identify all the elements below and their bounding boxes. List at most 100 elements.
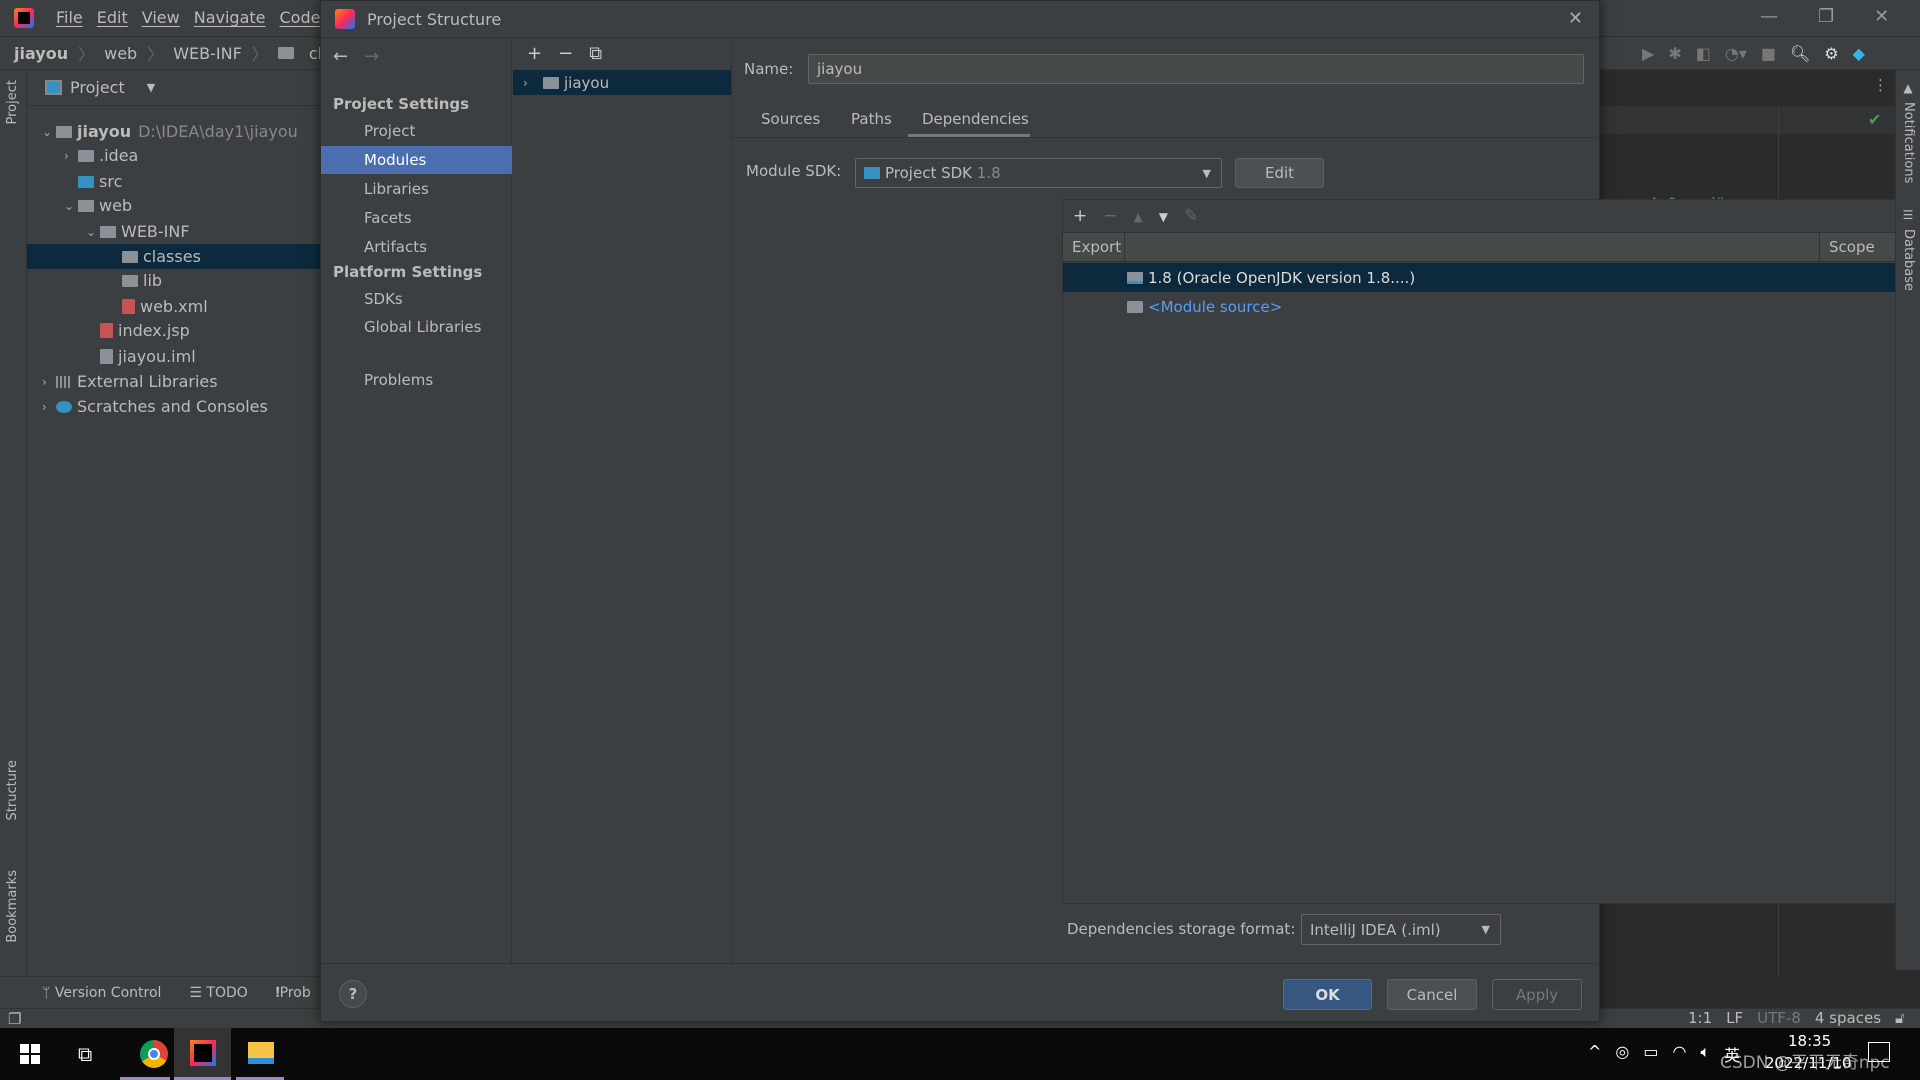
- crumb-web[interactable]: web: [104, 44, 137, 63]
- close-window-icon[interactable]: ✕: [1874, 6, 1889, 27]
- file-encoding[interactable]: UTF-8: [1757, 1009, 1801, 1027]
- restore-icon[interactable]: ❐: [1818, 6, 1834, 27]
- task-view-icon[interactable]: ⧉: [78, 1042, 92, 1066]
- chevron-up-icon[interactable]: ^: [1588, 1042, 1601, 1066]
- cancel-button[interactable]: Cancel: [1387, 979, 1477, 1010]
- table-row[interactable]: <Module source>: [1063, 292, 1913, 321]
- project-tool-button[interactable]: Project: [5, 80, 20, 124]
- storage-format-select[interactable]: IntelliJ IDEA (.iml) ▼: [1301, 914, 1501, 945]
- remove-dependency-icon[interactable]: −: [1103, 206, 1117, 226]
- intellij-taskbar-icon[interactable]: [190, 1040, 216, 1066]
- tab-paths[interactable]: Paths: [851, 110, 892, 128]
- tree-item[interactable]: classes: [27, 244, 320, 269]
- chevron-right-icon[interactable]: ›: [42, 400, 56, 414]
- sidebar-item-libraries[interactable]: Libraries: [321, 175, 512, 203]
- tab-dependencies[interactable]: Dependencies: [922, 110, 1029, 128]
- lock-icon[interactable]: 🔓︎: [1895, 1009, 1905, 1027]
- run-icon[interactable]: ▶: [1642, 44, 1654, 63]
- coverage-icon[interactable]: ◧: [1696, 44, 1711, 63]
- problems-tab[interactable]: ❗︎Prob: [276, 985, 311, 1001]
- battery-icon[interactable]: ▭: [1643, 1042, 1658, 1066]
- ok-button[interactable]: OK: [1283, 979, 1372, 1010]
- notifications-tool-button[interactable]: Notifications: [1900, 102, 1916, 183]
- debug-icon[interactable]: ✱: [1668, 44, 1681, 63]
- chevron-right-icon[interactable]: ›: [523, 76, 537, 90]
- chrome-icon[interactable]: [140, 1040, 168, 1068]
- column-export[interactable]: Export: [1072, 238, 1121, 256]
- menu-edit[interactable]: Edit: [97, 8, 128, 27]
- stop-icon[interactable]: ■: [1761, 44, 1776, 63]
- file-explorer-icon[interactable]: [248, 1042, 274, 1064]
- sidebar-item-facets[interactable]: Facets: [321, 204, 512, 232]
- tree-item[interactable]: › Scratches and Consoles: [27, 394, 320, 419]
- tab-sources[interactable]: Sources: [761, 110, 820, 128]
- sidebar-item-project[interactable]: Project: [321, 117, 512, 145]
- tree-item[interactable]: ⌄ web: [27, 193, 320, 218]
- help-button[interactable]: ?: [339, 980, 367, 1008]
- menu-code[interactable]: Code: [280, 8, 321, 27]
- menu-view[interactable]: View: [142, 8, 180, 27]
- tree-item[interactable]: ⌄ WEB-INF: [27, 219, 320, 244]
- copy-icon[interactable]: ⧉: [589, 43, 602, 64]
- menu-file[interactable]: File: [56, 8, 83, 27]
- forward-arrow-icon[interactable]: →: [364, 46, 379, 67]
- profile-icon[interactable]: ◔▾: [1725, 44, 1747, 63]
- tree-item[interactable]: index.jsp: [27, 318, 320, 343]
- sidebar-item-problems[interactable]: Problems: [321, 366, 512, 394]
- tree-item[interactable]: › External Libraries: [27, 369, 320, 394]
- chevron-down-icon[interactable]: ⌄: [42, 125, 56, 139]
- tree-item[interactable]: lib: [27, 268, 320, 293]
- chevron-down-icon[interactable]: ▼: [147, 81, 155, 94]
- gear-icon[interactable]: ⚙: [1824, 44, 1838, 63]
- tree-item[interactable]: ⌄ jiayou D:\IDEA\day1\jiayou: [27, 119, 320, 144]
- sidebar-item-modules[interactable]: Modules: [321, 146, 512, 174]
- tree-item[interactable]: › .idea: [27, 143, 320, 168]
- name-input[interactable]: jiayou: [808, 54, 1584, 84]
- column-scope[interactable]: Scope: [1829, 238, 1875, 256]
- sidebar-item-artifacts[interactable]: Artifacts: [321, 233, 512, 261]
- layout-icon[interactable]: ❐: [8, 1010, 21, 1028]
- more-icon[interactable]: ⋮: [1873, 76, 1888, 94]
- apply-button[interactable]: Apply: [1492, 979, 1582, 1010]
- indent-setting[interactable]: 4 spaces: [1815, 1009, 1881, 1027]
- volume-icon[interactable]: 🔈︎: [1700, 1042, 1710, 1066]
- table-row[interactable]: 1.8 (Oracle OpenJDK version 1.8....): [1063, 263, 1913, 292]
- tree-item[interactable]: src: [27, 169, 320, 194]
- toolbox-icon[interactable]: ◆: [1853, 44, 1865, 63]
- chevron-down-icon[interactable]: ⌄: [86, 225, 100, 239]
- search-icon[interactable]: 🔍︎: [1790, 44, 1810, 63]
- close-icon[interactable]: ✕: [1568, 8, 1583, 29]
- windows-start-icon[interactable]: [20, 1044, 40, 1064]
- database-tool-button[interactable]: Database: [1900, 229, 1916, 291]
- sidebar-item-global-libraries[interactable]: Global Libraries: [321, 313, 512, 341]
- tree-item[interactable]: web.xml: [27, 294, 320, 319]
- back-arrow-icon[interactable]: ←: [333, 46, 348, 67]
- sidebar-item-sdks[interactable]: SDKs: [321, 285, 512, 313]
- bookmarks-tool-button[interactable]: Bookmarks: [5, 870, 20, 943]
- line-separator[interactable]: LF: [1726, 1009, 1743, 1027]
- crumb-web-inf[interactable]: WEB-INF: [173, 44, 242, 63]
- structure-tool-button[interactable]: Structure: [5, 760, 20, 820]
- wifi-icon[interactable]: ◠: [1673, 1042, 1687, 1066]
- caret-position[interactable]: 1:1: [1688, 1009, 1712, 1027]
- remove-icon[interactable]: −: [558, 43, 573, 64]
- minimize-icon[interactable]: —: [1760, 6, 1778, 27]
- notification-center-icon[interactable]: [1868, 1042, 1890, 1062]
- chevron-right-icon[interactable]: ›: [64, 149, 78, 163]
- chevron-right-icon[interactable]: ›: [42, 375, 56, 389]
- edit-pencil-icon[interactable]: ✎: [1184, 206, 1198, 226]
- project-panel-header[interactable]: Project ▼: [27, 70, 320, 106]
- add-icon[interactable]: +: [527, 43, 542, 64]
- module-item-jiayou[interactable]: › jiayou: [513, 70, 731, 95]
- app-tray-icon[interactable]: ◎: [1615, 1042, 1629, 1066]
- tree-item[interactable]: jiayou.iml: [27, 344, 320, 369]
- chevron-down-icon[interactable]: ⌄: [64, 199, 78, 213]
- move-up-icon[interactable]: ▲: [1134, 206, 1143, 226]
- version-control-tab[interactable]: ᛘ Version Control: [42, 985, 161, 1001]
- todo-tab[interactable]: ☰ TODO: [189, 985, 247, 1001]
- crumb-jiayou[interactable]: jiayou: [14, 44, 68, 63]
- edit-sdk-button[interactable]: Edit: [1235, 158, 1324, 188]
- move-down-icon[interactable]: ▼: [1159, 206, 1168, 226]
- add-dependency-icon[interactable]: +: [1073, 206, 1087, 226]
- menu-navigate[interactable]: Navigate: [194, 8, 266, 27]
